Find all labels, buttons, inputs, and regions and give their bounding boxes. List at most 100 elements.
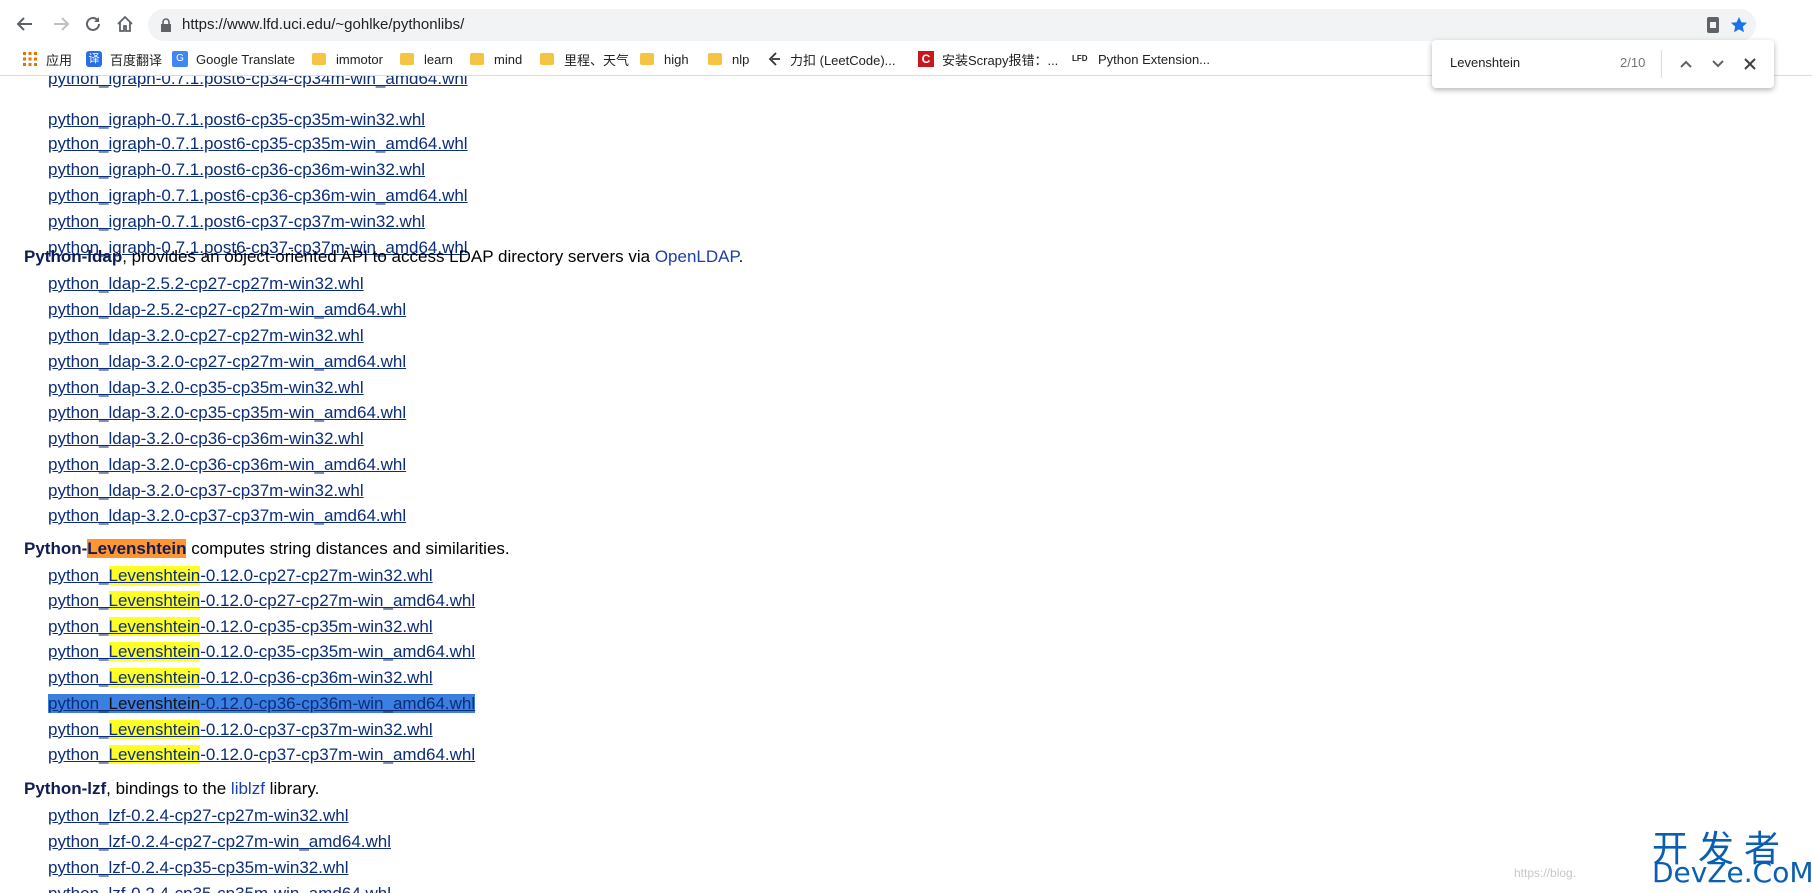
bookmark-star-button[interactable] xyxy=(1728,14,1750,36)
liblzf-link[interactable]: liblzf xyxy=(231,779,265,798)
file-name-suffix: -0.12.0-cp27-cp27m-win_amd64.whl xyxy=(200,591,476,610)
file-link[interactable]: python_ldap-2.5.2-cp27-cp27m-win32.whl xyxy=(48,274,364,293)
file-link[interactable]: python_ldap-3.2.0-cp37-cp37m-win32.whl xyxy=(48,481,364,500)
package-name: Python-ldap xyxy=(24,247,123,266)
bookmark-folder-high[interactable]: high xyxy=(640,49,689,69)
back-button[interactable] xyxy=(14,13,36,35)
file-link[interactable]: python_igraph-0.7.1.post6-cp37-cp37m-win… xyxy=(48,212,425,231)
file-link[interactable]: python_Levenshtein-0.12.0-cp36-cp36m-win… xyxy=(48,667,433,689)
file-name-prefix: python_ xyxy=(48,642,109,661)
file-link[interactable]: python_Levenshtein-0.12.0-cp27-cp27m-win… xyxy=(48,565,433,587)
file-link[interactable]: python_igraph-0.7.1.post6-cp35-cp35m-win… xyxy=(48,134,468,153)
bookmark-google-translate[interactable]: G Google Translate xyxy=(172,49,295,69)
bookmark-leetcode[interactable]: 力扣 (LeetCode)... xyxy=(766,49,896,69)
file-name-suffix: -0.12.0-cp27-cp27m-win32.whl xyxy=(200,566,433,585)
package-levenshtein-heading: Python-Levenshtein computes string dista… xyxy=(24,538,510,560)
reload-button[interactable] xyxy=(82,13,104,35)
home-icon xyxy=(117,15,133,32)
find-previous-button[interactable] xyxy=(1674,52,1698,76)
bookmark-folder-immotor[interactable]: immotor xyxy=(312,49,383,69)
folder-icon xyxy=(708,53,722,65)
package-description: , bindings to the xyxy=(106,779,231,798)
openldap-link[interactable]: OpenLDAP xyxy=(655,247,739,266)
bookmark-label: 百度翻译 xyxy=(110,52,163,68)
bookmark-label: 应用 xyxy=(46,52,73,68)
file-name-prefix: python_ xyxy=(48,694,109,713)
file-link[interactable]: python_Levenshtein-0.12.0-cp37-cp37m-win… xyxy=(48,719,433,741)
bookmark-folder-mind[interactable]: mind xyxy=(470,49,522,69)
apps-grid-icon xyxy=(23,52,37,66)
file-link[interactable]: python_ldap-3.2.0-cp35-cp35m-win_amd64.w… xyxy=(48,403,406,422)
leetcode-icon xyxy=(768,52,780,66)
find-match: Levenshtein xyxy=(108,694,201,713)
forward-arrow-icon xyxy=(54,17,70,31)
package-name: Python-lzf xyxy=(24,779,107,798)
file-link[interactable]: python_ldap-2.5.2-cp27-cp27m-win_amd64.w… xyxy=(48,300,406,319)
file-name-prefix: python_ xyxy=(48,668,109,687)
bookmark-csdn[interactable]: C 安装Scrapy报错：... xyxy=(918,49,1058,69)
file-link[interactable]: python_lzf-0.2.4-cp35-cp35m-win_amd64.wh… xyxy=(48,884,391,893)
back-arrow-icon xyxy=(16,17,32,31)
file-name-suffix: -0.12.0-cp36-cp36m-win32.whl xyxy=(200,668,433,687)
document-icon xyxy=(1707,17,1719,33)
file-name-suffix: -0.12.0-cp37-cp37m-win_amd64.whl xyxy=(200,745,476,764)
file-link[interactable]: python_lzf-0.2.4-cp27-cp27m-win32.whl xyxy=(48,806,349,825)
file-link[interactable]: python_ldap-3.2.0-cp27-cp27m-win_amd64.w… xyxy=(48,352,406,371)
file-link[interactable]: python_igraph-0.7.1.post6-cp36-cp36m-win… xyxy=(48,160,425,179)
page-action-button[interactable] xyxy=(1702,14,1724,36)
bookmark-apps[interactable]: 应用 xyxy=(22,49,72,69)
find-input[interactable]: Levenshtein xyxy=(1450,55,1520,70)
bookmark-folder-mileage-weather[interactable]: 里程、天气 xyxy=(540,49,629,69)
address-bar[interactable]: https://www.lfd.uci.edu/~gohlke/pythonli… xyxy=(148,9,1756,41)
close-icon xyxy=(1744,58,1756,70)
file-name-prefix: python_ xyxy=(48,745,109,764)
folder-icon xyxy=(312,53,326,65)
find-next-button[interactable] xyxy=(1706,52,1730,76)
file-link[interactable]: python_igraph-0.7.1.post6-cp35-cp35m-win… xyxy=(48,110,425,129)
bookmark-folder-nlp[interactable]: nlp xyxy=(708,49,749,69)
file-link[interactable]: python_Levenshtein-0.12.0-cp37-cp37m-win… xyxy=(48,744,475,766)
bookmark-folder-learn[interactable]: learn xyxy=(400,49,453,69)
find-match-active: Levenshtein xyxy=(87,539,187,558)
file-name-suffix: -0.12.0-cp35-cp35m-win32.whl xyxy=(200,617,433,636)
file-link-selected[interactable]: python_Levenshtein-0.12.0-cp36-cp36m-win… xyxy=(48,693,476,715)
file-link[interactable]: python_ldap-3.2.0-cp36-cp36m-win_amd64.w… xyxy=(48,455,406,474)
file-link[interactable]: python_ldap-3.2.0-cp36-cp36m-win32.whl xyxy=(48,429,364,448)
file-link[interactable]: python_ldap-3.2.0-cp27-cp27m-win32.whl xyxy=(48,326,364,345)
bookmark-baidu-translate[interactable]: 译 百度翻译 xyxy=(86,49,162,69)
file-link[interactable]: python_igraph-0.7.1.post6-cp36-cp36m-win… xyxy=(48,186,468,205)
package-name: Python-Levenshtein xyxy=(24,539,187,558)
file-link[interactable]: python_lzf-0.2.4-cp35-cp35m-win32.whl xyxy=(48,858,349,877)
file-link[interactable]: python_Levenshtein-0.12.0-cp35-cp35m-win… xyxy=(48,641,475,663)
file-link[interactable]: python_Levenshtein-0.12.0-cp35-cp35m-win… xyxy=(48,616,433,638)
file-link-partial[interactable]: python_igraph-0.7.1.post6-cp34-cp34m-win… xyxy=(48,76,468,90)
folder-icon xyxy=(400,53,414,65)
find-close-button[interactable] xyxy=(1738,52,1762,76)
package-name-prefix: Python- xyxy=(24,539,88,558)
file-link[interactable]: python_lzf-0.2.4-cp27-cp27m-win_amd64.wh… xyxy=(48,832,391,851)
page-content: python_igraph-0.7.1.post6-cp34-cp34m-win… xyxy=(0,76,1812,893)
bookmark-label: immotor xyxy=(336,51,383,67)
find-match: Levenshtein xyxy=(108,642,201,661)
file-link[interactable]: python_Levenshtein-0.12.0-cp27-cp27m-win… xyxy=(48,590,475,612)
find-bar: Levenshtein 2/10 xyxy=(1432,40,1774,88)
bookmark-label: mind xyxy=(494,51,523,67)
bookmark-label: Google Translate xyxy=(196,51,296,67)
find-match: Levenshtein xyxy=(108,617,201,636)
package-description-end: library. xyxy=(264,779,320,798)
watermark-logo-domain: DevZe.CoM xyxy=(1652,856,1812,889)
forward-button[interactable] xyxy=(50,13,72,35)
file-link[interactable]: python_ldap-3.2.0-cp35-cp35m-win32.whl xyxy=(48,378,364,397)
file-name-prefix: python_ xyxy=(48,720,109,739)
folder-icon xyxy=(470,53,484,65)
bookmark-label: 力扣 (LeetCode)... xyxy=(790,52,896,68)
home-button[interactable] xyxy=(114,13,136,35)
bookmark-lfd[interactable]: LFD Python Extension... xyxy=(1072,49,1210,69)
find-match: Levenshtein xyxy=(108,668,201,687)
find-divider xyxy=(1661,50,1662,78)
folder-icon xyxy=(640,53,654,65)
google-translate-icon: G xyxy=(172,51,188,67)
bookmark-label: learn xyxy=(424,51,453,67)
url-text[interactable]: https://www.lfd.uci.edu/~gohlke/pythonli… xyxy=(182,16,464,33)
file-link[interactable]: python_ldap-3.2.0-cp37-cp37m-win_amd64.w… xyxy=(48,506,406,525)
